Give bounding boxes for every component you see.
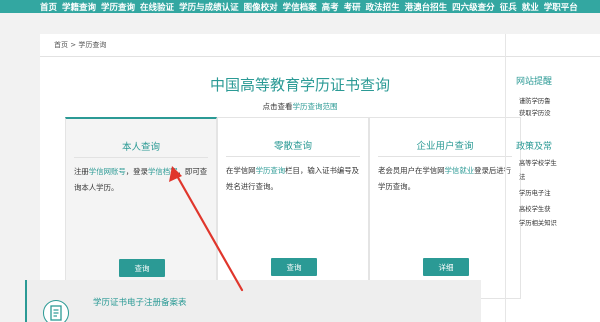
breadcrumb-separator: >: [70, 41, 77, 49]
desc-text: 在学信网: [226, 166, 256, 175]
link-chsi-account[interactable]: 学信网账号: [89, 167, 126, 176]
card-title-single: 零散查询: [273, 141, 312, 152]
sidebar-item[interactable]: 获取学历没: [519, 108, 550, 117]
desc-text: ，登录: [125, 167, 148, 176]
nav-gaokao[interactable]: 高考: [322, 1, 339, 13]
single-query-button[interactable]: 查询: [271, 258, 317, 276]
card-divider: [74, 157, 208, 158]
desc-text: 注册: [74, 167, 89, 176]
sidebar-item[interactable]: 学历相关知识: [519, 218, 557, 227]
breadcrumb: 首页 > 学历查询: [54, 40, 106, 50]
scope-link[interactable]: 学历查询范围: [293, 102, 338, 111]
link-xuexin-jiuye[interactable]: 学信就业: [445, 166, 475, 175]
registration-panel: 学历证书电子注册备案表: [25, 280, 481, 322]
scope-line: 点击查看学历查询范围: [40, 101, 560, 112]
card-desc-single: 在学信网学历查询栏目，输入证书编号及姓名进行查询。: [226, 163, 362, 195]
sidebar-heading-reminder: 网站提醒: [516, 77, 553, 87]
breadcrumb-current: 学历查询: [78, 41, 107, 49]
desc-text: 老会员用户在学信网: [378, 166, 445, 175]
nav-zhengbing[interactable]: 征兵: [500, 1, 517, 13]
document-icon: [43, 300, 69, 322]
sidebar-heading-policy: 政策及常: [516, 142, 553, 152]
registration-title[interactable]: 学历证书电子注册备案表: [93, 296, 187, 308]
sidebar-item[interactable]: 学历电子注: [519, 188, 550, 197]
nav-home[interactable]: 首页: [40, 1, 57, 13]
right-sidebar: 网站提醒 谨防学历鲁 获取学历没 政策及常 高等学校学生 法 学历电子注 高校学…: [505, 34, 560, 322]
link-xueli-query[interactable]: 学历查询: [256, 166, 286, 175]
breadcrumb-home[interactable]: 首页: [54, 41, 68, 49]
scope-prefix: 点击查看: [262, 102, 293, 111]
card-title-self: 本人查询: [121, 142, 160, 153]
card-title-enterprise: 企业用户查询: [416, 141, 474, 152]
top-nav-bar: 首页 学籍查询 学历查询 在线验证 学历与成绩认证 图像校对 学信档案 高考 考…: [0, 0, 600, 13]
self-query-button[interactable]: 查询: [119, 259, 165, 277]
card-enterprise-query: 企业用户查询 老会员用户在学信网学信就业登录后进行学历查询。 详细: [369, 117, 521, 299]
nav-certification[interactable]: 学历与成绩认证: [179, 1, 239, 13]
nav-xuezhi[interactable]: 学职平台: [544, 1, 578, 13]
sidebar-item[interactable]: 法: [519, 172, 525, 181]
card-single-query: 零散查询 在学信网学历查询栏目，输入证书编号及姓名进行查询。 查询: [217, 117, 369, 299]
sidebar-item[interactable]: 高等学校学生: [519, 158, 557, 167]
card-self-query: 本人查询 注册学信网账号，登录学信档案，即可查询本人学历。 查询: [65, 117, 217, 299]
nav-gangaotai[interactable]: 港澳台招生: [405, 1, 448, 13]
nav-kaoyan[interactable]: 考研: [344, 1, 361, 13]
card-desc-self: 注册学信网账号，登录学信档案，即可查询本人学历。: [74, 164, 210, 196]
page-title: 中国高等教育学历证书查询: [209, 76, 390, 94]
card-divider: [378, 156, 512, 157]
nav-jiuye[interactable]: 就业: [522, 1, 539, 13]
sidebar-item[interactable]: 高校学生获: [519, 204, 550, 213]
sidebar-item[interactable]: 谨防学历鲁: [519, 96, 550, 105]
card-desc-enterprise: 老会员用户在学信网学信就业登录后进行学历查询。: [378, 163, 514, 195]
enterprise-detail-button[interactable]: 详细: [423, 258, 469, 276]
nav-cet[interactable]: 四六级查分: [452, 1, 495, 13]
link-xuexin-archive[interactable]: 学信档案: [148, 167, 178, 176]
nav-xueli[interactable]: 学历查询: [101, 1, 135, 13]
nav-zhengfa[interactable]: 政法招生: [366, 1, 400, 13]
nav-xueji[interactable]: 学籍查询: [62, 1, 96, 13]
query-cards: 本人查询 注册学信网账号，登录学信档案，即可查询本人学历。 查询 零散查询 在学…: [65, 117, 521, 299]
card-divider: [226, 156, 360, 157]
nav-image-check[interactable]: 图像校对: [244, 1, 278, 13]
nav-archive[interactable]: 学信档案: [283, 1, 317, 13]
nav-online-verify[interactable]: 在线验证: [140, 1, 174, 13]
